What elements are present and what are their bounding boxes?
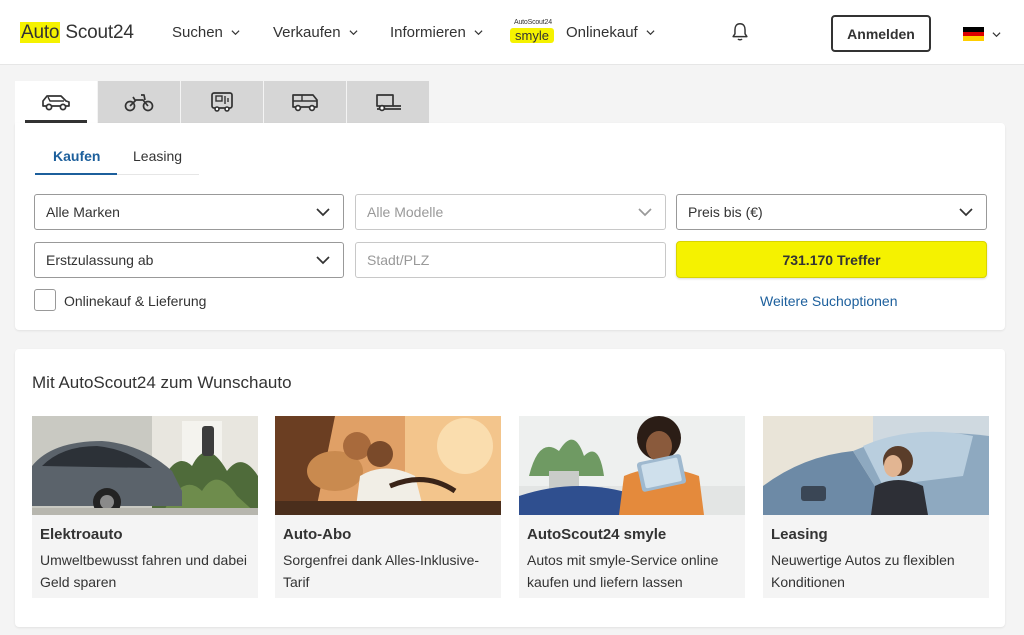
make-select[interactable]: Alle Marken	[34, 194, 344, 230]
price-select[interactable]: Preis bis (€)	[676, 194, 987, 230]
nav-verkaufen-label: Verkaufen	[273, 24, 341, 41]
search-panel: Kaufen Leasing Alle Marken Alle Modelle …	[15, 123, 1005, 330]
caravan-icon	[211, 92, 233, 112]
couple-in-car-image	[275, 416, 501, 515]
woman-with-tablet-image	[519, 416, 745, 515]
make-select-value: Alle Marken	[46, 204, 120, 220]
german-flag-icon	[963, 27, 984, 42]
motorcycle-icon	[124, 94, 154, 112]
smyle-logo-small-text: AutoScout24	[514, 19, 552, 26]
chevron-down-icon	[959, 208, 973, 217]
active-tab-indicator	[35, 173, 117, 175]
electric-car-image	[32, 416, 258, 515]
nav-suchen[interactable]: Suchen	[172, 24, 240, 41]
logo-text-scout24: Scout24	[65, 22, 134, 43]
login-button[interactable]: Anmelden	[831, 15, 931, 52]
card-title: Elektroauto	[40, 526, 123, 543]
vehicle-tab-van[interactable]	[264, 81, 346, 123]
chevron-down-icon	[316, 256, 330, 265]
vehicle-tab-car[interactable]	[15, 81, 97, 123]
promo-card-auto-abo[interactable]: Auto-Abo Sorgenfrei dank Alles-Inklusive…	[275, 416, 501, 598]
online-purchase-label: Onlinekauf & Lieferung	[64, 293, 207, 309]
smyle-logo[interactable]: AutoScout24 smyle	[510, 17, 558, 47]
chevron-down-icon	[349, 30, 358, 36]
card-title: Leasing	[771, 526, 828, 543]
card-description: Sorgenfrei dank Alles-Inklusive-Tarif	[283, 552, 480, 590]
language-selector[interactable]	[963, 27, 1001, 42]
woman-in-car-image	[763, 416, 989, 515]
vehicle-tab-motorcycle[interactable]	[98, 81, 180, 123]
tab-kaufen[interactable]: Kaufen	[53, 148, 100, 164]
nav-onlinekauf-label: Onlinekauf	[566, 24, 638, 41]
vehicle-tab-truck[interactable]	[347, 81, 429, 123]
card-description: Umweltbewusst fahren und dabei Geld spar…	[40, 552, 248, 590]
chevron-down-icon	[646, 30, 655, 36]
price-select-value: Preis bis (€)	[688, 204, 763, 220]
first-registration-select[interactable]: Erstzulassung ab	[34, 242, 344, 278]
promo-section: Mit AutoScout24 zum Wunschauto Elektroau…	[15, 349, 1005, 627]
promo-card-leasing[interactable]: Leasing Neuwertige Autos zu flexiblen Ko…	[763, 416, 989, 598]
model-select[interactable]: Alle Modelle	[355, 194, 666, 230]
autoscout24-logo[interactable]: Auto Scout24	[20, 22, 134, 44]
chevron-down-icon	[474, 30, 483, 36]
smyle-logo-text: smyle	[510, 28, 554, 43]
van-icon	[292, 94, 318, 112]
online-purchase-checkbox[interactable]	[34, 289, 56, 311]
nav-onlinekauf[interactable]: Onlinekauf	[566, 24, 655, 41]
promo-card-elektroauto[interactable]: Elektroauto Umweltbewusst fahren und dab…	[32, 416, 258, 598]
chevron-down-icon	[638, 208, 652, 217]
vehicle-tab-caravan[interactable]	[181, 81, 263, 123]
nav-suchen-label: Suchen	[172, 24, 223, 41]
show-results-button[interactable]: 731.170 Treffer	[676, 241, 987, 278]
chevron-down-icon	[316, 208, 330, 217]
card-description: Neuwertige Autos zu flexiblen Konditione…	[771, 552, 955, 590]
truck-icon	[376, 94, 401, 112]
nav-informieren-label: Informieren	[390, 24, 466, 41]
bell-icon[interactable]	[729, 21, 751, 43]
tab-leasing[interactable]: Leasing	[133, 148, 182, 164]
card-description: Autos mit smyle-Service online kaufen un…	[527, 552, 719, 590]
tab-divider	[117, 174, 199, 175]
header: Auto Scout24 Suchen Verkaufen Informiere…	[0, 0, 1024, 65]
car-icon	[42, 95, 70, 111]
logo-text-auto: Auto	[20, 22, 61, 43]
more-search-options-link[interactable]: Weitere Suchoptionen	[760, 293, 898, 309]
chevron-down-icon	[992, 31, 1001, 37]
nav-verkaufen[interactable]: Verkaufen	[273, 24, 358, 41]
nav-informieren[interactable]: Informieren	[390, 24, 483, 41]
first-registration-value: Erstzulassung ab	[46, 252, 154, 268]
location-input[interactable]	[355, 242, 666, 278]
chevron-down-icon	[231, 30, 240, 36]
promo-card-smyle[interactable]: AutoScout24 smyle Autos mit smyle-Servic…	[519, 416, 745, 598]
card-title: AutoScout24 smyle	[527, 526, 667, 543]
model-select-value: Alle Modelle	[367, 204, 444, 220]
card-title: Auto-Abo	[283, 526, 352, 543]
promo-title: Mit AutoScout24 zum Wunschauto	[32, 373, 292, 392]
